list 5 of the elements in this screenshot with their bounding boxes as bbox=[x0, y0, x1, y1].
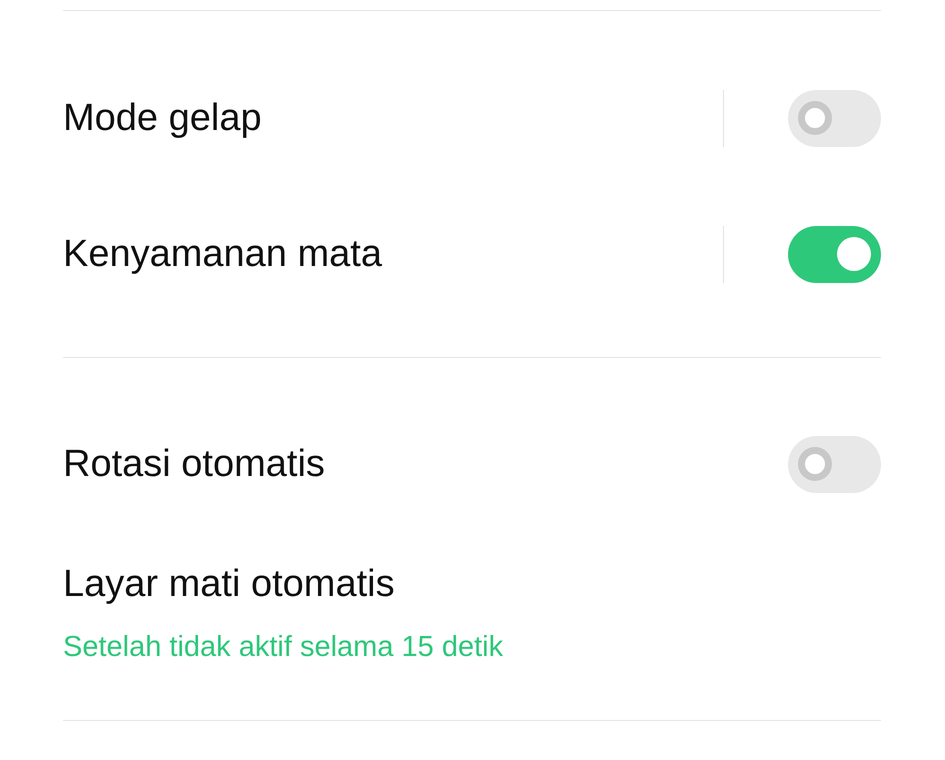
setting-label: Rotasi otomatis bbox=[63, 442, 326, 486]
setting-label: Mode gelap bbox=[63, 96, 263, 140]
setting-label: Kenyamanan mata bbox=[63, 232, 383, 276]
setting-value: Setelah tidak aktif selama 15 detik bbox=[63, 630, 504, 664]
setting-label: Layar mati otomatis bbox=[63, 562, 396, 606]
